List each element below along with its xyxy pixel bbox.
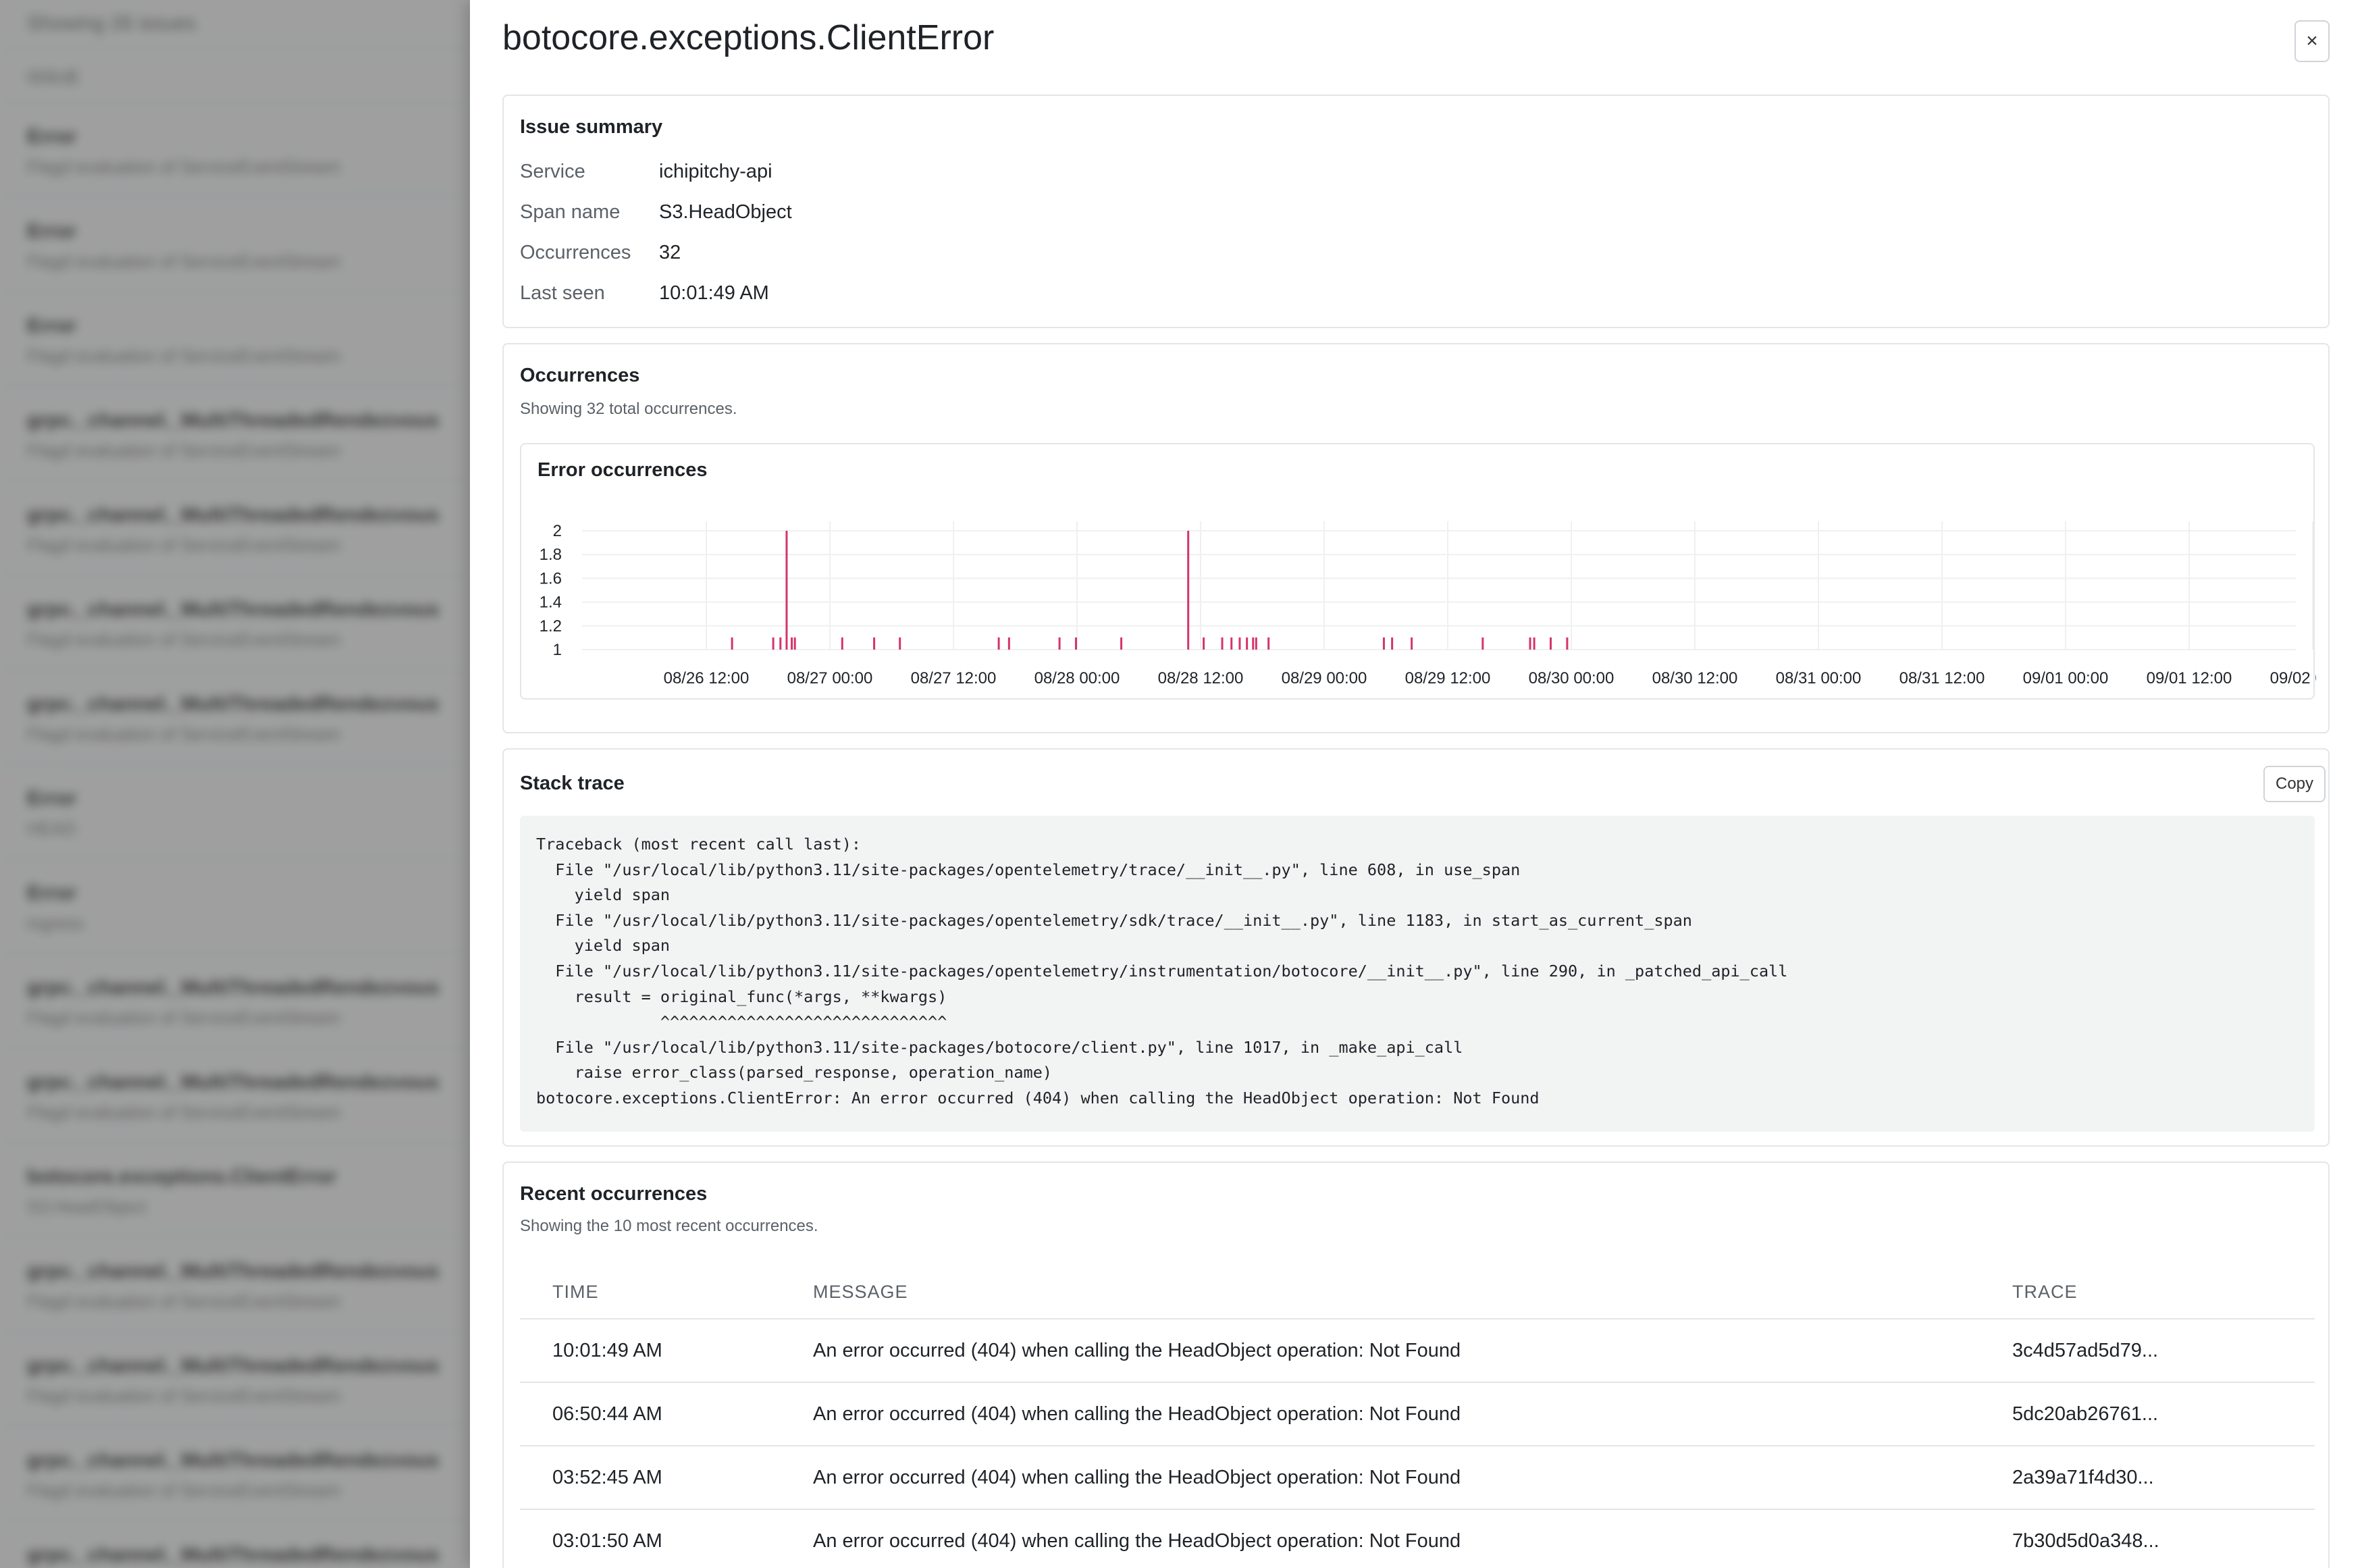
summary-key: Last seen [520, 282, 605, 304]
x-tick-label: 09/01 12:00 [2147, 669, 2232, 687]
x-tick-label: 08/26 12:00 [664, 669, 750, 687]
summary-key: Span name [520, 201, 621, 223]
stack-trace-line: yield span [536, 936, 671, 956]
table-row[interactable]: 03:01:50 AM An error occurred (404) when… [520, 1510, 2315, 1568]
table-row[interactable]: 10:01:49 AM An error occurred (404) when… [520, 1319, 2315, 1383]
summary-value: 32 [659, 242, 681, 263]
y-tick-label: 1.2 [540, 617, 562, 635]
summary-row-occurrences: Occurrences 32 [520, 242, 681, 264]
recent-occurrences-card: Recent occurrences Showing the 10 most r… [502, 1161, 2330, 1568]
drawer-title: botocore.exceptions.ClientError [502, 18, 995, 57]
stack-trace-line: yield span [536, 885, 671, 905]
summary-row-span-name: Span name S3.HeadObject [520, 201, 792, 224]
row-time: 06:50:44 AM [552, 1403, 662, 1425]
stack-trace-line: botocore.exceptions.ClientError: An erro… [536, 1088, 1540, 1107]
summary-key: Service [520, 161, 585, 182]
table-row[interactable]: 06:50:44 AM An error occurred (404) when… [520, 1383, 2315, 1446]
y-tick-label: 1 [553, 641, 562, 659]
issue-summary-card: Issue summary Service ichipitchy-api Spa… [502, 95, 2330, 328]
recent-occurrences-subtitle: Showing the 10 most recent occurrences. [520, 1217, 818, 1235]
stack-trace-line: File "/usr/local/lib/python3.11/site-pac… [536, 860, 1521, 879]
row-trace-link[interactable]: 7b30d5d0a348... [2012, 1510, 2159, 1568]
stack-trace-line: File "/usr/local/lib/python3.11/site-pac… [536, 1037, 1463, 1057]
column-header-time[interactable]: TIME [552, 1265, 599, 1318]
stack-trace-code: Traceback (most recent call last): File … [520, 816, 2315, 1132]
row-trace-link[interactable]: 2a39a71f4d30... [2012, 1446, 2154, 1509]
row-message: An error occurred (404) when calling the… [813, 1530, 1461, 1552]
row-trace-link[interactable]: 5dc20ab26761... [2012, 1383, 2158, 1445]
y-tick-label: 2 [553, 522, 562, 540]
stack-trace-heading: Stack trace [520, 773, 625, 794]
occurrences-subtitle: Showing 32 total occurrences. [520, 400, 737, 418]
x-tick-label: 08/30 12:00 [1652, 669, 1738, 687]
y-tick-label: 1.4 [540, 594, 562, 612]
stack-trace-line: File "/usr/local/lib/python3.11/site-pac… [536, 961, 1788, 981]
summary-value: ichipitchy-api [659, 161, 772, 182]
close-button[interactable]: × [2294, 20, 2330, 62]
summary-row-last-seen: Last seen 10:01:49 AM [520, 282, 769, 305]
summary-key: Occurrences [520, 242, 631, 263]
x-tick-label: 09/01 00:00 [2023, 669, 2109, 687]
recent-occurrences-table: TIME MESSAGE TRACE 10:01:49 AM An error … [520, 1265, 2315, 1568]
y-tick-label: 1.6 [540, 569, 562, 587]
issue-detail-drawer: botocore.exceptions.ClientError × Issue … [470, 0, 2362, 1568]
row-message: An error occurred (404) when calling the… [813, 1403, 1461, 1425]
row-time: 03:01:50 AM [552, 1530, 662, 1552]
row-message: An error occurred (404) when calling the… [813, 1339, 1461, 1361]
y-tick-label: 1.8 [540, 546, 562, 564]
stack-trace-card: Stack trace Copy Traceback (most recent … [502, 748, 2330, 1147]
recent-occurrences-heading: Recent occurrences [520, 1183, 708, 1205]
x-tick-label: 08/29 00:00 [1282, 669, 1367, 687]
modal-backdrop[interactable] [0, 0, 473, 1568]
summary-value: 10:01:49 AM [659, 282, 769, 304]
summary-row-service: Service ichipitchy-api [520, 161, 772, 183]
row-time: 10:01:49 AM [552, 1339, 662, 1361]
x-tick-label: 08/27 00:00 [787, 669, 873, 687]
x-tick-label: 09/02 00:00 [2270, 669, 2316, 687]
x-tick-label: 08/29 12:00 [1405, 669, 1491, 687]
column-header-message[interactable]: MESSAGE [813, 1265, 908, 1318]
x-tick-label: 08/31 00:00 [1776, 669, 1862, 687]
stack-trace-line: File "/usr/local/lib/python3.11/site-pac… [536, 910, 1692, 930]
column-header-trace[interactable]: TRACE [2012, 1265, 2078, 1318]
stack-trace-line: raise error_class(parsed_response, opera… [536, 1063, 1053, 1082]
table-header: TIME MESSAGE TRACE [520, 1265, 2315, 1319]
stack-trace-line: result = original_func(*args, **kwargs) [536, 987, 947, 1006]
occurrences-card: Occurrences Showing 32 total occurrences… [502, 343, 2330, 733]
stack-trace-lines: Traceback (most recent call last): File … [536, 832, 2299, 1112]
row-time: 03:52:45 AM [552, 1466, 662, 1488]
stack-trace-line: ^^^^^^^^^^^^^^^^^^^^^^^^^^^^^^ [536, 1012, 947, 1032]
x-tick-label: 08/30 00:00 [1529, 669, 1615, 687]
x-tick-label: 08/31 12:00 [1899, 669, 1985, 687]
copy-button[interactable]: Copy [2263, 766, 2326, 802]
x-tick-label: 08/28 00:00 [1034, 669, 1120, 687]
row-trace-link[interactable]: 3c4d57ad5d79... [2012, 1319, 2158, 1382]
chart-canvas: 2 1.8 1.6 1.4 1.2 1 08/26 12:00 08/27 00:00 08/2… [540, 521, 2316, 687]
row-message: An error occurred (404) when calling the… [813, 1466, 1461, 1488]
issue-summary-heading: Issue summary [520, 116, 663, 138]
stack-trace-line: Traceback (most recent call last): [536, 835, 862, 854]
table-row[interactable]: 03:52:45 AM An error occurred (404) when… [520, 1446, 2315, 1510]
error-occurrences-chart: Error occurrences 2 1.8 1.6 1.4 1.2 1 08/26 12… [520, 443, 2316, 700]
x-tick-label: 08/28 12:00 [1158, 669, 1244, 687]
occurrences-heading: Occurrences [520, 365, 640, 386]
x-tick-label: 08/27 12:00 [911, 669, 997, 687]
summary-value: S3.HeadObject [659, 201, 792, 223]
